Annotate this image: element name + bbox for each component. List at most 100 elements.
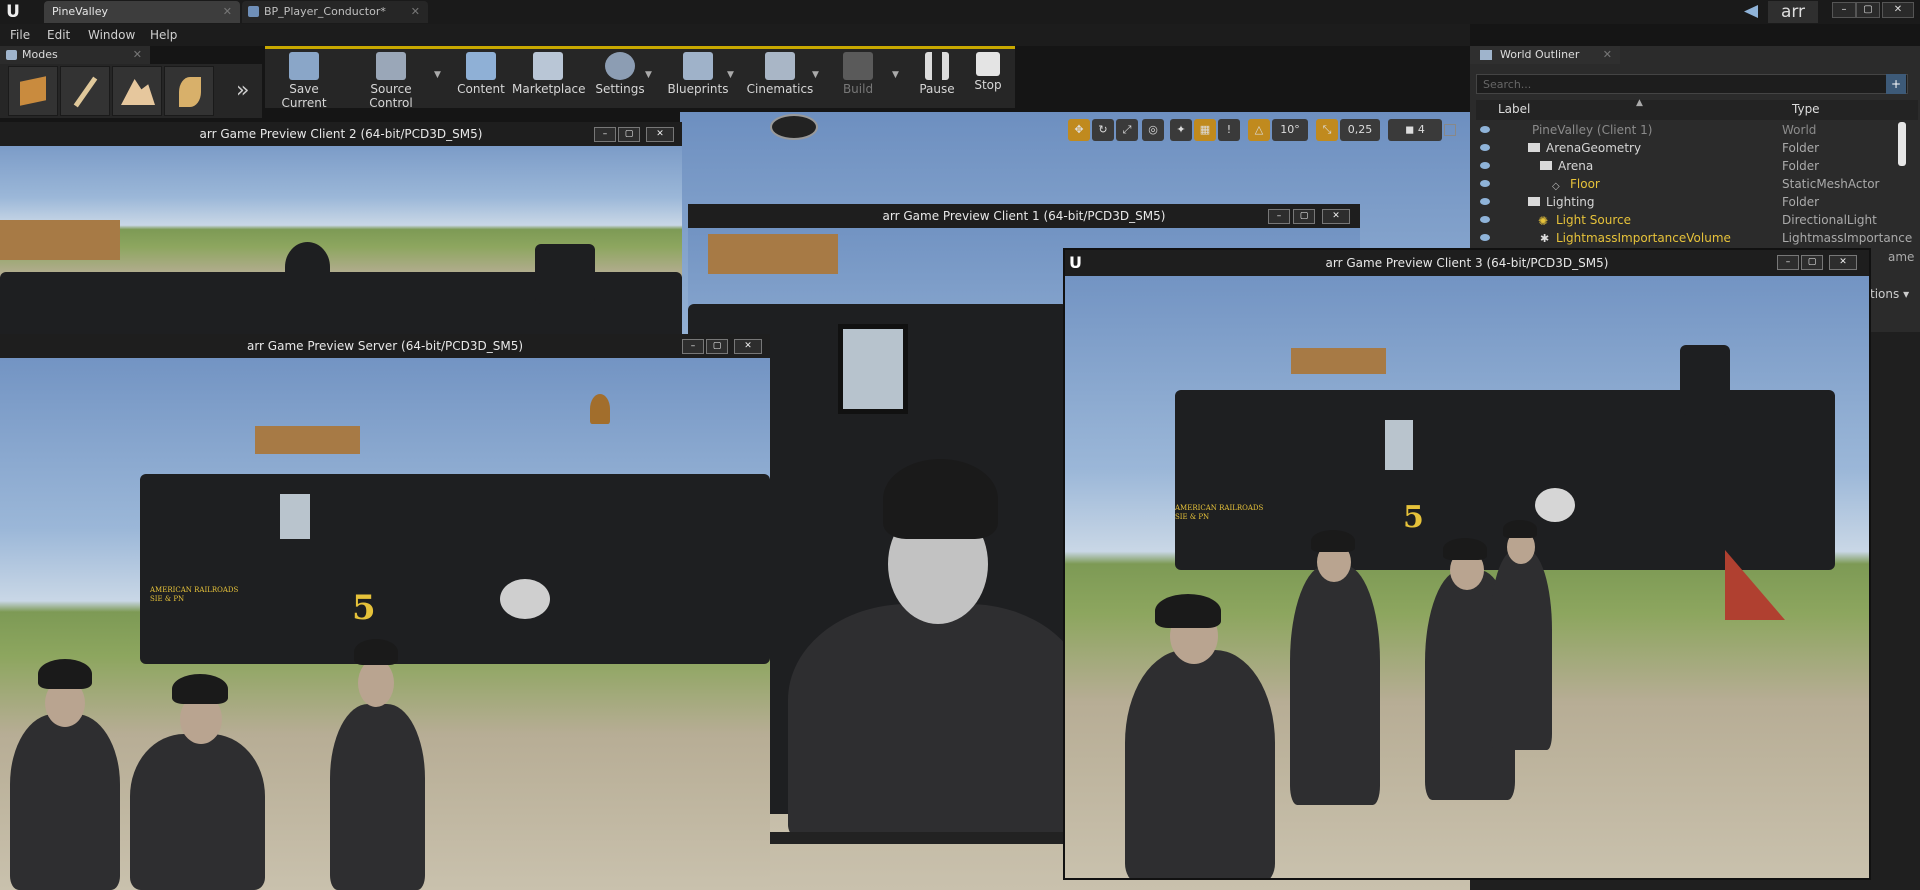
eye-icon[interactable] [1480,144,1490,151]
chevron-down-icon[interactable]: ▼ [812,70,819,80]
minimize-button[interactable]: – [1777,255,1799,270]
menu-edit[interactable]: Edit [47,24,70,46]
translate-tool-icon[interactable]: ✥ [1068,119,1090,141]
close-button[interactable]: ✕ [1829,255,1857,270]
eye-icon[interactable] [1480,180,1490,187]
foliage-mode-button[interactable] [164,66,214,116]
outliner-row[interactable]: PineValley (Client 1) World [1470,121,1920,139]
outliner-row[interactable]: ArenaGeometry Folder [1470,139,1920,157]
chevron-down-icon[interactable]: ▼ [645,70,652,80]
cinematics-button[interactable]: Cinematics [746,52,814,104]
save-current-button[interactable]: Save Current [267,52,341,110]
chevron-down-icon[interactable]: ▼ [727,70,734,80]
bell [590,394,610,424]
menu-help[interactable]: Help [150,24,177,46]
scale-snap-icon[interactable]: ⤡ [1316,119,1338,141]
column-type-header[interactable]: Type [1792,102,1820,116]
menu-file[interactable]: File [10,24,30,46]
maximize-button[interactable]: ▢ [1856,2,1880,18]
view-options-button[interactable]: tions ▾ [1870,287,1909,301]
more-modes-icon[interactable]: » [236,78,249,103]
column-label-header[interactable]: Label [1498,102,1530,116]
maximize-viewport-icon[interactable] [1444,124,1456,136]
row-type: Folder [1782,141,1820,155]
cab-window [1385,420,1413,470]
conductor-cap [1311,530,1355,552]
world-outliner-tab[interactable]: World Outliner ✕ [1470,46,1620,64]
outliner-row[interactable]: ✺ Light Source DirectionalLight [1470,211,1920,229]
tab-label: BP_Player_Conductor* [264,5,386,18]
close-icon[interactable]: ✕ [223,1,232,23]
close-button[interactable]: ✕ [646,127,674,142]
maximize-button[interactable]: ▢ [706,339,728,354]
camera-speed-button[interactable]: ◼ 4 [1388,119,1442,141]
paint-mode-button[interactable] [60,66,110,116]
conductor-character [1490,550,1552,750]
maximize-button[interactable]: ▢ [1801,255,1823,270]
eye-icon[interactable] [1480,162,1490,169]
marketplace-button[interactable]: Marketplace [512,52,586,104]
surface-snap-icon[interactable]: ✦ [1170,119,1192,141]
scale-snap-value[interactable]: 0,25 [1340,119,1380,141]
eye-icon[interactable] [1480,234,1490,241]
landscape-mode-button[interactable] [112,66,162,116]
crate [1291,348,1386,374]
blueprints-button[interactable]: Blueprints [664,52,732,104]
minimize-button[interactable]: – [1268,209,1290,224]
row-label: Lighting [1546,195,1595,209]
eye-icon[interactable] [1480,126,1490,133]
maximize-button[interactable]: ▢ [1293,209,1315,224]
outliner-row[interactable]: ◇ Floor StaticMeshActor [1470,175,1920,193]
build-icon [843,52,873,80]
client2-window[interactable]: arr Game Preview Client 2 (64-bit/PCD3D_… [0,122,682,337]
menu-window[interactable]: Window [88,24,135,46]
eye-icon[interactable] [1480,198,1490,205]
minimize-button[interactable]: – [682,339,704,354]
grid-size-button[interactable]: ! [1218,119,1240,141]
server-window[interactable]: arr Game Preview Server (64-bit/PCD3D_SM… [0,334,770,890]
rotation-snap-icon[interactable]: △ [1248,119,1270,141]
rotate-tool-icon[interactable]: ↻ [1092,119,1114,141]
settings-button[interactable]: Settings [593,52,647,104]
rotation-snap-value[interactable]: 10° [1272,119,1308,141]
close-icon[interactable]: ✕ [133,46,142,64]
conductor-cap [1503,520,1537,538]
locomotive [140,474,770,664]
tab-pinevalley[interactable]: PineValley ✕ [44,1,240,23]
close-button[interactable]: ✕ [1322,209,1350,224]
source-control-button[interactable]: Source Control [348,52,434,110]
content-button[interactable]: Content [455,52,507,104]
outliner-row[interactable]: Arena Folder [1470,157,1920,175]
minimize-button[interactable]: – [1832,2,1856,18]
minimize-button[interactable]: – [594,127,616,142]
stop-button[interactable]: Stop [966,52,1010,104]
close-button[interactable]: ✕ [734,339,762,354]
add-filter-icon[interactable]: + [1886,74,1906,94]
modes-tab[interactable]: Modes ✕ [0,46,150,64]
close-icon[interactable]: ✕ [411,1,420,23]
crate [708,234,838,274]
chevron-down-icon[interactable]: ▼ [434,70,441,80]
search-placeholder: Search... [1483,78,1532,91]
eye-icon[interactable] [1480,216,1490,223]
row-type: DirectionalLight [1782,213,1877,227]
grid-snap-icon[interactable]: ▦ [1194,119,1216,141]
chevron-down-icon[interactable]: ▼ [892,70,899,80]
outliner-row[interactable]: Lighting Folder [1470,193,1920,211]
tab-bp-player-conductor[interactable]: BP_Player_Conductor* ✕ [242,1,428,23]
place-mode-button[interactable] [8,66,58,116]
close-button[interactable]: ✕ [1882,2,1914,18]
conductor-cap [1155,594,1221,628]
volume-icon: ✱ [1540,232,1550,245]
pause-button[interactable]: Pause [915,52,959,104]
close-icon[interactable]: ✕ [1603,46,1612,64]
outliner-search-input[interactable]: Search... ⌕ [1476,74,1908,94]
outliner-scrollbar[interactable] [1898,122,1906,166]
world-space-icon[interactable]: ◎ [1142,119,1164,141]
outliner-row[interactable]: ✱ LightmassImportanceVolume LightmassImp… [1470,229,1920,247]
maximize-button[interactable]: ▢ [618,127,640,142]
build-button[interactable]: Build [836,52,880,104]
scale-tool-icon[interactable]: ⤢ [1116,119,1138,141]
client3-window[interactable]: arr Game Preview Client 3 (64-bit/PCD3D_… [1063,248,1871,880]
unreal-logo-icon: U [1069,253,1082,272]
